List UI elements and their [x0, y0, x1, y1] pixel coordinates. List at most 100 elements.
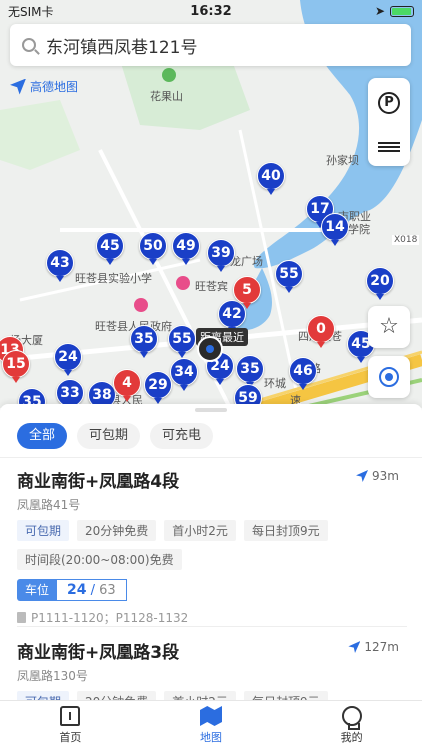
tab-home[interactable]: 首页 — [0, 701, 141, 750]
tag: 可包期 — [17, 520, 70, 541]
slot-availability: 车位 24 / 63 — [17, 579, 407, 601]
amap-logo-text: 高德地图 — [30, 80, 79, 94]
parking-pin[interactable]: 55 — [168, 325, 196, 358]
parking-lot-card[interactable]: 商业南街+凤凰路4段 93m 凤凰路41号 可包期 20分钟免费 首小时2元 每… — [17, 467, 407, 626]
search-bar[interactable]: 东河镇西凤巷121号 — [10, 24, 411, 66]
parking-pin[interactable]: 34 — [170, 358, 198, 391]
divider — [17, 626, 407, 627]
map-tools-panel: P — [368, 78, 410, 166]
parking-pin-full[interactable]: 0 — [307, 315, 335, 348]
map-label: 龙广场 — [230, 255, 263, 268]
parking-pin[interactable]: 45 — [96, 232, 124, 265]
current-location-marker — [197, 336, 223, 362]
locate-button[interactable] — [368, 356, 410, 398]
parking-pin[interactable]: 24 — [54, 343, 82, 376]
slot-total: 63 — [99, 583, 116, 598]
government-poi-icon — [134, 298, 148, 312]
parking-pin[interactable]: 43 — [46, 249, 74, 282]
star-icon: ☆ — [379, 314, 399, 339]
parking-pin-full[interactable]: 15 — [2, 350, 30, 383]
favorite-button[interactable]: ☆ — [368, 306, 410, 348]
map-label: 旺苍县实验小学 — [75, 272, 152, 285]
status-bar: 无SIM卡 16:32 ➤ — [0, 0, 422, 22]
slot-free: 24 — [67, 582, 87, 598]
filter-chips: 全部 可包期 可充电 — [17, 423, 214, 449]
battery-icon — [390, 5, 414, 17]
hotel-poi-icon — [176, 276, 190, 290]
parking-pin[interactable]: 14 — [321, 213, 349, 246]
home-icon — [60, 706, 81, 726]
lot-spaces: P1111-1120；P1128-1132 — [17, 609, 407, 626]
location-dot-icon — [206, 345, 214, 353]
app-root: 高德地图 花果山 孙家坝 市职业 学院 X018 旺苍县实验小学 龙广场 旺苍宾… — [0, 0, 422, 750]
sheet-drag-handle[interactable] — [195, 408, 227, 412]
parking-pin[interactable]: 29 — [144, 371, 172, 404]
parking-pin[interactable]: 42 — [218, 300, 246, 333]
parking-pin[interactable]: 46 — [289, 357, 317, 390]
map-label: 旺苍宾 — [195, 280, 228, 293]
lot-address: 凤凰路130号 — [17, 669, 88, 683]
divider — [0, 457, 422, 458]
tag: 20分钟免费 — [77, 520, 157, 541]
parking-toggle-icon[interactable]: P — [378, 92, 400, 114]
map-icon — [200, 706, 222, 726]
tag: 20分钟免费 — [77, 691, 157, 700]
parking-pin[interactable]: 55 — [275, 260, 303, 293]
search-input[interactable]: 东河镇西凤巷121号 — [46, 33, 197, 58]
lot-tags: 可包期 20分钟免费 首小时2元 每日封顶9元 时间段(20:00~08:00)… — [17, 520, 407, 570]
filter-all[interactable]: 全部 — [17, 423, 68, 449]
parking-list-sheet[interactable]: 全部 可包期 可充电 商业南街+凤凰路4段 93m 凤凰路41号 可包期 20分… — [0, 404, 422, 700]
map-label: 花果山 — [150, 90, 183, 103]
lot-distance: 127m — [348, 640, 399, 654]
parking-pin[interactable]: 20 — [366, 267, 394, 300]
slot-label: 车位 — [17, 579, 58, 601]
layers-icon[interactable] — [378, 142, 400, 152]
slot-count: 24 / 63 — [57, 579, 127, 601]
parking-pin[interactable]: 35 — [130, 325, 158, 358]
map-label: X018 — [392, 235, 420, 245]
profile-icon — [341, 706, 362, 730]
tag: 每日封顶9元 — [243, 520, 328, 541]
parking-lot-card[interactable]: 商业南街+凤凰路3段 127m 凤凰路130号 可包期 20分钟免费 首小时2元… — [17, 638, 407, 700]
parking-pin[interactable]: 50 — [139, 232, 167, 265]
lot-name: 商业南街+凤凰路4段 — [17, 472, 180, 492]
amap-logo: 高德地图 — [10, 78, 78, 95]
map-label: 孙家坝 — [326, 154, 359, 167]
tab-home-label: 首页 — [59, 731, 82, 744]
tab-mine-label: 我的 — [340, 731, 363, 744]
search-icon — [22, 38, 36, 52]
tag: 时间段(20:00~08:00)免费 — [17, 549, 182, 570]
parking-pin-full[interactable]: 4 — [113, 369, 141, 402]
filter-monthly[interactable]: 可包期 — [77, 423, 141, 449]
lot-distance: 93m — [356, 469, 399, 483]
navigate-arrow-icon[interactable] — [348, 641, 361, 653]
parking-pin[interactable]: 49 — [172, 232, 200, 265]
map-label: 学院 — [348, 223, 370, 236]
tag: 首小时2元 — [164, 520, 236, 541]
tag: 每日封顶9元 — [243, 691, 328, 700]
amap-logo-icon — [10, 78, 26, 95]
parking-pin[interactable]: 40 — [257, 162, 285, 195]
clock: 16:32 — [190, 3, 232, 19]
distance-text: 127m — [364, 640, 399, 654]
parking-pin[interactable]: 33 — [56, 379, 84, 408]
spaces-text: P1111-1120；P1128-1132 — [31, 611, 189, 625]
navigate-arrow-icon[interactable] — [356, 470, 369, 482]
tab-map[interactable]: 地图 — [141, 701, 282, 750]
document-icon — [17, 612, 26, 623]
map-label: 环城 — [264, 377, 286, 390]
parking-pin[interactable]: 39 — [207, 239, 235, 272]
parking-pin[interactable]: 35 — [236, 355, 264, 388]
tab-mine[interactable]: 我的 — [281, 701, 422, 750]
lot-tags: 可包期 20分钟免费 首小时2元 每日封顶9元 — [17, 691, 407, 700]
park-poi-icon — [162, 68, 176, 82]
tab-bar: 首页 地图 我的 — [0, 700, 422, 750]
tag: 可包期 — [17, 691, 70, 700]
filter-charging[interactable]: 可充电 — [150, 423, 214, 449]
distance-text: 93m — [372, 469, 399, 483]
parking-pin-full[interactable]: 5 — [233, 276, 261, 309]
tab-map-label: 地图 — [200, 731, 222, 744]
tag: 首小时2元 — [164, 691, 236, 700]
lot-address: 凤凰路41号 — [17, 498, 81, 512]
locate-icon — [379, 367, 399, 387]
